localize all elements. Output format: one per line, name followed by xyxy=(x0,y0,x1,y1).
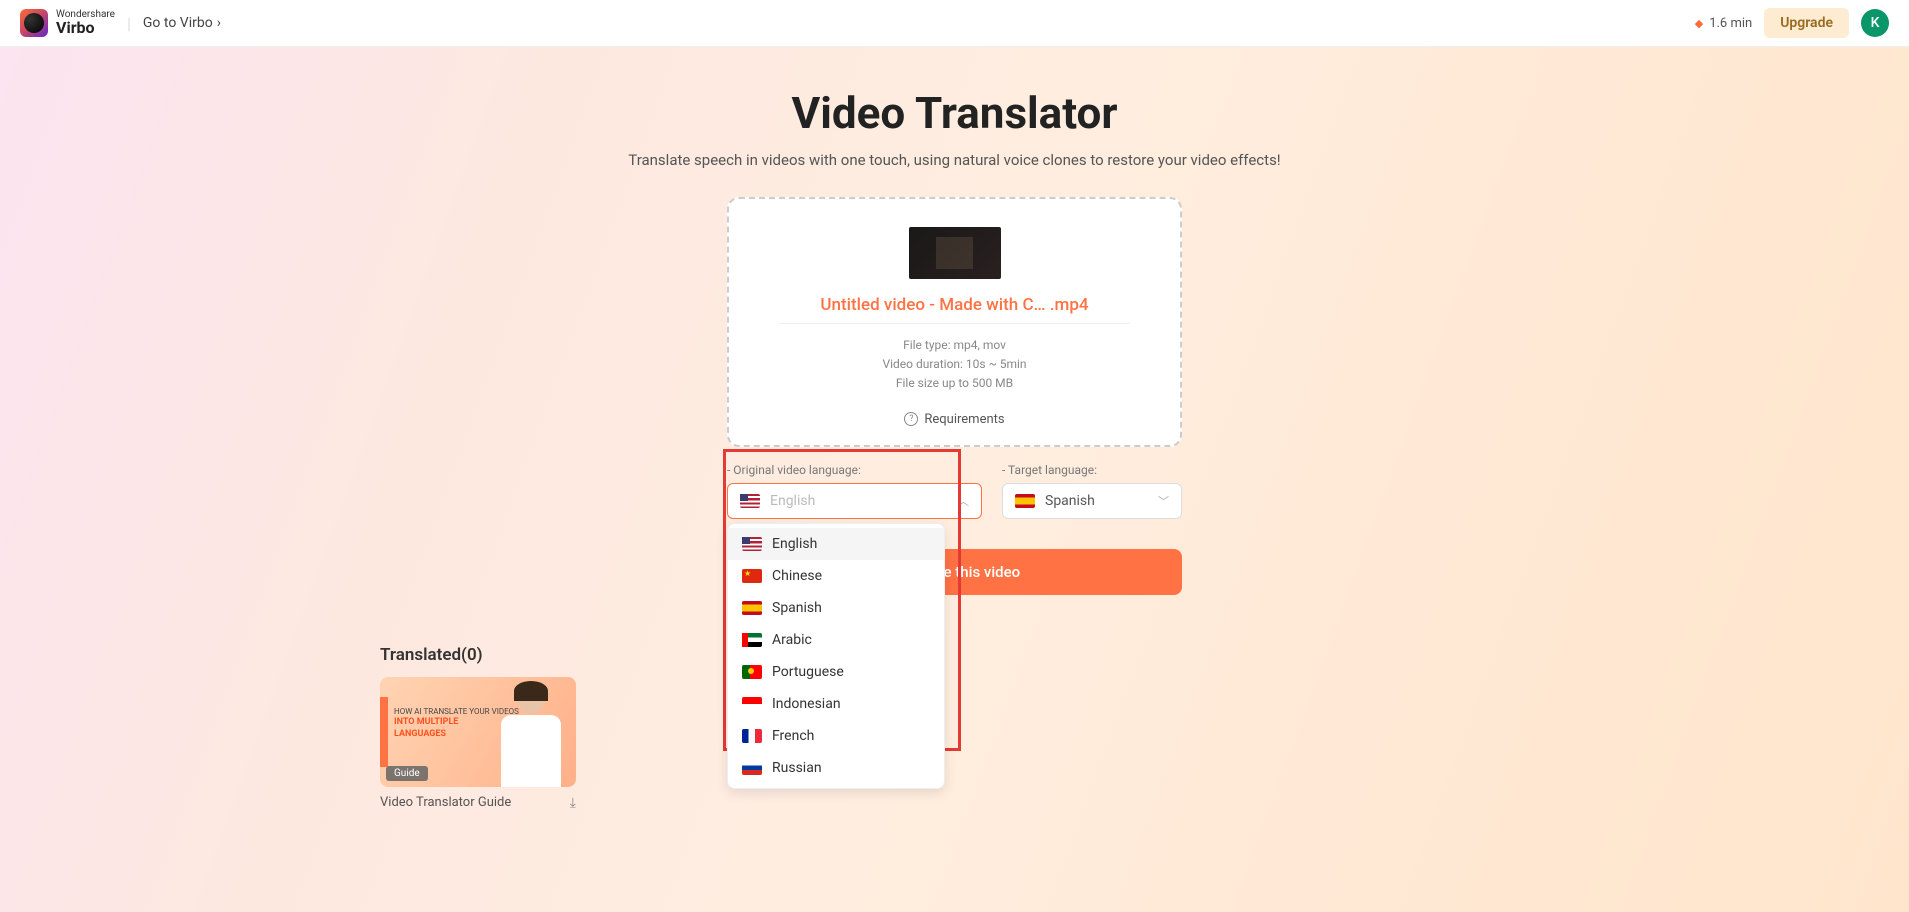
uploaded-filename: Untitled video - Made with C… .mp4 xyxy=(779,295,1130,324)
video-thumbnail xyxy=(909,227,1001,279)
language-option-label: Spanish xyxy=(772,600,822,616)
language-option-english[interactable]: English xyxy=(728,528,944,560)
language-option-label: Arabic xyxy=(772,632,812,648)
language-option-indonesian[interactable]: Indonesian xyxy=(728,688,944,720)
logo-icon xyxy=(20,9,48,37)
flag-es-icon xyxy=(1015,494,1035,508)
brand-bottom: Virbo xyxy=(56,20,115,36)
original-language-select[interactable]: ︿ xyxy=(727,483,982,519)
main-content: Video Translator Translate speech in vid… xyxy=(0,47,1909,912)
file-info: File type: mp4, mov Video duration: 10s … xyxy=(749,336,1160,394)
upload-card[interactable]: Untitled video - Made with C… .mp4 File … xyxy=(727,197,1182,447)
language-option-french[interactable]: French xyxy=(728,720,944,752)
language-option-label: French xyxy=(772,728,814,744)
original-language-column: - Original video language: ︿ xyxy=(727,463,982,519)
original-language-label: - Original video language: xyxy=(727,463,982,477)
language-option-portuguese[interactable]: Portuguese xyxy=(728,656,944,688)
target-language-select[interactable]: Spanish ﹀ xyxy=(1002,483,1182,519)
flag-ru-icon xyxy=(742,761,762,775)
flag-us-icon xyxy=(742,537,762,551)
requirements-link[interactable]: ? Requirements xyxy=(749,412,1160,427)
flag-us-icon xyxy=(740,494,760,508)
language-option-label: English xyxy=(772,536,817,552)
language-option-label: Portuguese xyxy=(772,664,844,680)
language-option-spanish[interactable]: Spanish xyxy=(728,592,944,624)
original-language-input[interactable] xyxy=(770,493,948,509)
language-option-label: Russian xyxy=(772,760,822,776)
flag-pt-icon xyxy=(742,665,762,679)
page-title: Video Translator xyxy=(0,87,1909,139)
file-type-info: File type: mp4, mov xyxy=(749,336,1160,355)
requirements-label: Requirements xyxy=(924,412,1004,427)
flag-es-icon xyxy=(742,601,762,615)
language-option-arabic[interactable]: Arabic xyxy=(728,624,944,656)
flag-cn-icon xyxy=(742,569,762,583)
chevron-down-icon: ﹀ xyxy=(1158,493,1169,509)
target-language-label: - Target language: xyxy=(1002,463,1182,477)
flag-id-icon xyxy=(742,697,762,711)
credits-display: ◆ 1.6 min xyxy=(1695,16,1752,31)
language-option-label: Chinese xyxy=(772,568,822,584)
language-option-chinese[interactable]: Chinese xyxy=(728,560,944,592)
language-selectors: - Original video language: ︿ - Target la… xyxy=(727,463,1182,519)
target-language-value: Spanish xyxy=(1045,493,1095,509)
file-size-info: File size up to 500 MB xyxy=(749,374,1160,393)
brand-logo[interactable]: Wondershare Virbo xyxy=(20,9,115,37)
guide-title: Video Translator Guide xyxy=(380,795,511,810)
guide-thumbnail: HOW AI TRANSLATE YOUR VIDEOS INTO MULTIP… xyxy=(380,677,576,787)
app-header: Wondershare Virbo | Go to Virbo › ◆ 1.6 … xyxy=(0,0,1909,47)
download-icon[interactable]: ⤓ xyxy=(570,795,576,811)
go-to-virbo-link[interactable]: Go to Virbo › xyxy=(143,15,221,31)
chevron-up-icon: ︿ xyxy=(958,493,969,509)
guide-card[interactable]: HOW AI TRANSLATE YOUR VIDEOS INTO MULTIP… xyxy=(380,677,576,811)
header-divider: | xyxy=(127,14,131,33)
language-option-russian[interactable]: Russian xyxy=(728,752,944,784)
language-option-label: Indonesian xyxy=(772,696,841,712)
target-language-column: - Target language: Spanish ﹀ xyxy=(1002,463,1182,519)
credits-value: 1.6 min xyxy=(1709,16,1752,31)
guide-badge: Guide xyxy=(386,766,428,781)
flag-ae-icon xyxy=(742,633,762,647)
user-avatar[interactable]: K xyxy=(1861,9,1889,37)
question-icon: ? xyxy=(904,412,918,426)
diamond-icon: ◆ xyxy=(1695,17,1703,30)
language-dropdown[interactable]: English Chinese Spanish Arabic Portuguese Ind… xyxy=(727,523,945,789)
go-link-label: Go to Virbo xyxy=(143,15,213,31)
flag-fr-icon xyxy=(742,729,762,743)
page-subtitle: Translate speech in videos with one touc… xyxy=(0,151,1909,169)
logo-text: Wondershare Virbo xyxy=(56,10,115,36)
upgrade-button[interactable]: Upgrade xyxy=(1764,8,1849,38)
file-duration-info: Video duration: 10s ~ 5min xyxy=(749,355,1160,374)
chevron-right-icon: › xyxy=(217,15,221,31)
